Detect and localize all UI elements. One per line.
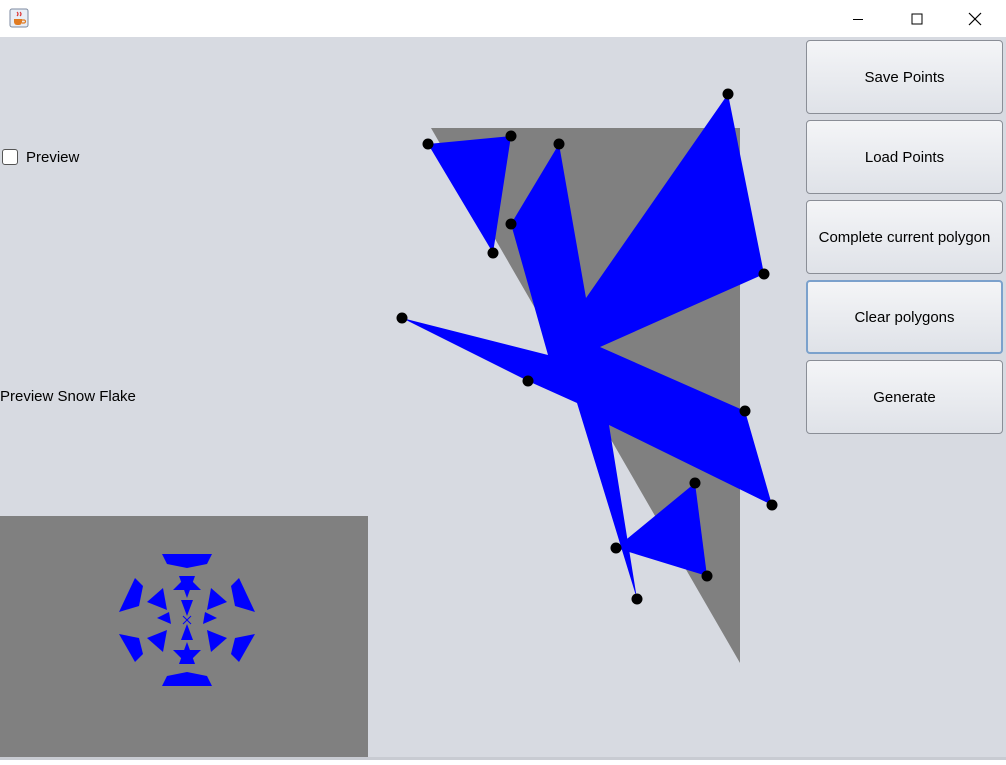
snowflake-preview-drawing (119, 554, 255, 686)
title-bar (0, 0, 1006, 37)
complete-polygon-button[interactable]: Complete current polygon (806, 200, 1003, 274)
preview-checkbox-row[interactable]: Preview (2, 145, 79, 169)
generate-button[interactable]: Generate (806, 360, 1003, 434)
java-coffee-cup-icon (9, 8, 29, 28)
snowflake-preview (0, 516, 368, 760)
minimize-button[interactable] (829, 0, 887, 37)
save-points-button[interactable]: Save Points (806, 40, 1003, 114)
maximize-button[interactable] (888, 0, 946, 37)
close-icon (968, 12, 982, 25)
close-button[interactable] (946, 0, 1004, 37)
preview-checkbox[interactable] (2, 149, 18, 165)
maximize-icon (911, 13, 923, 24)
preview-checkbox-label: Preview (26, 148, 80, 166)
main-content: Preview Preview Snow Flake Save Points L… (0, 37, 1006, 760)
load-points-button[interactable]: Load Points (806, 120, 1003, 194)
preview-title: Preview Snow Flake (0, 388, 136, 405)
clear-polygons-button[interactable]: Clear polygons (806, 280, 1003, 354)
minimize-icon (853, 18, 863, 20)
